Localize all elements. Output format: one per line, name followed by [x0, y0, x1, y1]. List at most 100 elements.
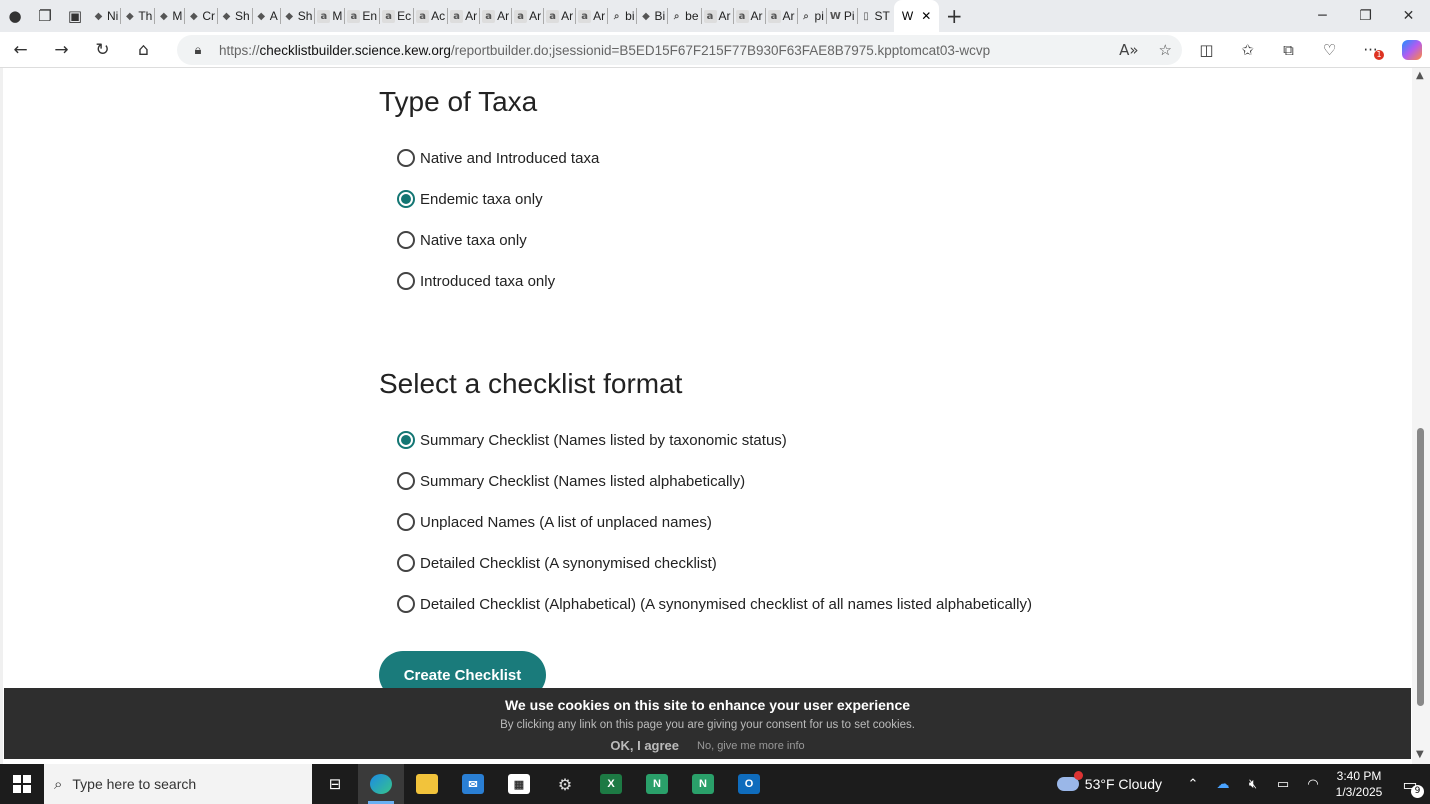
outlook-taskbar-button[interactable]: O: [726, 764, 772, 804]
clock-date: 1/3/2025: [1335, 785, 1383, 799]
cookie-subtitle: By clicking any link on this page you ar…: [500, 719, 915, 731]
format-option[interactable]: Unplaced Names (A list of unplaced names…: [397, 513, 712, 531]
radio-button[interactable]: [397, 431, 415, 449]
browser-tab[interactable]: ◆ Cr: [185, 0, 217, 32]
outlook-icon: O: [738, 774, 760, 794]
clock[interactable]: 3:40 PM 1/3/2025: [1328, 768, 1390, 800]
browser-tab[interactable]: ⌕ pi: [798, 0, 826, 32]
radio-button[interactable]: [397, 595, 415, 613]
browser-tab[interactable]: a Ar: [702, 0, 733, 32]
browser-tab[interactable]: ◆ Ni: [90, 0, 120, 32]
excel-taskbar-button[interactable]: X: [588, 764, 634, 804]
profile-icon[interactable]: ●: [0, 0, 30, 32]
notification-center-button[interactable]: ▭ 9: [1390, 764, 1430, 804]
radio-button[interactable]: [397, 513, 415, 531]
home-button[interactable]: ⌂: [123, 32, 164, 68]
radio-button[interactable]: [397, 472, 415, 490]
browser-tab[interactable]: aM: [315, 0, 344, 32]
tab-title: Ar: [529, 9, 542, 23]
taxa-option[interactable]: Native taxa only: [397, 231, 527, 249]
scrollbar-thumb[interactable]: [1417, 428, 1424, 706]
browser-tab[interactable]: a Ar: [544, 0, 575, 32]
copilot-icon[interactable]: [1391, 32, 1430, 68]
browser-tab[interactable]: a Ec: [380, 0, 413, 32]
radio-button[interactable]: [397, 272, 415, 290]
battery-icon[interactable]: ▭: [1268, 777, 1298, 792]
wifi-icon[interactable]: ◠: [1298, 777, 1328, 792]
read-aloud-icon[interactable]: A»: [1119, 41, 1138, 59]
browser-tab[interactable]: ◆ Th: [121, 0, 154, 32]
settings-taskbar-button[interactable]: ⚙: [542, 764, 588, 804]
favorite-star-icon[interactable]: ☆: [1159, 41, 1172, 59]
browser-tab[interactable]: ◆ Sh: [218, 0, 252, 32]
more-menu-icon[interactable]: ··· 1: [1350, 32, 1391, 68]
browser-tab[interactable]: a Ar: [766, 0, 797, 32]
scrollbar[interactable]: ▲ ▼: [1412, 68, 1430, 764]
refresh-button[interactable]: ↻: [82, 32, 123, 68]
restore-icon[interactable]: ❐: [1344, 0, 1387, 32]
store-taskbar-button[interactable]: ▦: [496, 764, 542, 804]
taskbar-search[interactable]: ⌕ Type here to search: [44, 764, 312, 804]
browser-tab[interactable]: ◆ A: [253, 0, 280, 32]
browser-tab[interactable]: ⌕ be: [668, 0, 700, 32]
address-bar[interactable]: 🔒︎ https://checklistbuilder.science.kew.…: [177, 35, 1182, 65]
forward-button[interactable]: →: [41, 32, 82, 68]
workspaces-icon[interactable]: ❐: [30, 0, 60, 32]
format-option[interactable]: Summary Checklist (Names listed alphabet…: [397, 472, 745, 490]
split-screen-icon[interactable]: ◫: [1186, 32, 1227, 68]
scroll-down-icon[interactable]: ▼: [1416, 749, 1424, 760]
notification-badge: 1: [1374, 50, 1384, 60]
browser-tab[interactable]: ◆ Bi: [637, 0, 667, 32]
browser-tab[interactable]: a Ar: [512, 0, 543, 32]
scroll-up-icon[interactable]: ▲: [1416, 70, 1424, 81]
edge-taskbar-button[interactable]: [358, 764, 404, 804]
browser-tab[interactable]: W Pi: [827, 0, 857, 32]
file-explorer-taskbar-button[interactable]: [404, 764, 450, 804]
tab-actions-icon[interactable]: ▣: [60, 0, 90, 32]
browser-tab[interactable]: a Ar: [734, 0, 765, 32]
mail-taskbar-button[interactable]: ✉: [450, 764, 496, 804]
back-button[interactable]: ←: [0, 32, 41, 68]
weather-widget[interactable]: 53°F Cloudy: [1056, 771, 1162, 792]
radio-button[interactable]: [397, 554, 415, 572]
start-button[interactable]: [0, 764, 44, 804]
browser-essentials-icon[interactable]: ♡: [1309, 32, 1350, 68]
close-window-icon[interactable]: ✕: [1387, 0, 1430, 32]
collections-icon[interactable]: ⧉: [1268, 32, 1309, 68]
browser-tab[interactable]: ◆ M: [155, 0, 184, 32]
close-tab-icon[interactable]: ✕: [921, 9, 931, 23]
browser-tab[interactable]: a Ar: [576, 0, 607, 32]
radio-button[interactable]: [397, 190, 415, 208]
taxa-option[interactable]: Introduced taxa only: [397, 272, 555, 290]
new-tab-button[interactable]: +: [939, 0, 969, 32]
browser-tab[interactable]: a Ac: [414, 0, 447, 32]
app-taskbar-button-2[interactable]: N: [680, 764, 726, 804]
radio-button[interactable]: [397, 231, 415, 249]
cookie-title: We use cookies on this site to enhance y…: [504, 697, 911, 713]
chevron-up-icon[interactable]: ⌃: [1178, 777, 1208, 792]
task-view-button[interactable]: ⊟: [312, 764, 358, 804]
cookie-agree-button[interactable]: OK, I agree: [610, 738, 679, 754]
taxa-option[interactable]: Native and Introduced taxa: [397, 149, 599, 167]
lock-icon[interactable]: 🔒︎: [177, 43, 219, 58]
active-tab[interactable]: W ✕: [893, 0, 940, 32]
browser-tab[interactable]: a Ar: [448, 0, 479, 32]
format-option[interactable]: Detailed Checklist (Alphabetical) (A syn…: [397, 595, 1032, 613]
url-text[interactable]: https://checklistbuilder.science.kew.org…: [219, 43, 990, 58]
taxa-option[interactable]: Endemic taxa only: [397, 190, 543, 208]
browser-tab[interactable]: a En: [345, 0, 379, 32]
browser-tab[interactable]: a Ar: [480, 0, 511, 32]
minimize-icon[interactable]: ─: [1301, 0, 1344, 32]
favorites-icon[interactable]: ✩: [1227, 32, 1268, 68]
browser-tab[interactable]: ◆ Sh: [281, 0, 315, 32]
app-taskbar-button[interactable]: N: [634, 764, 680, 804]
browser-tab[interactable]: ▯ ST: [858, 0, 892, 32]
format-option[interactable]: Summary Checklist (Names listed by taxon…: [397, 431, 787, 449]
format-option[interactable]: Detailed Checklist (A synonymised checkl…: [397, 554, 717, 572]
tab-favicon: ◆: [222, 10, 231, 22]
cookie-more-info-link[interactable]: No, give me more info: [697, 738, 805, 754]
radio-button[interactable]: [397, 149, 415, 167]
onedrive-icon[interactable]: ☁: [1208, 777, 1238, 792]
browser-tab[interactable]: ⌕ bi: [608, 0, 636, 32]
volume-muted-icon[interactable]: 🔇︎: [1238, 777, 1268, 792]
